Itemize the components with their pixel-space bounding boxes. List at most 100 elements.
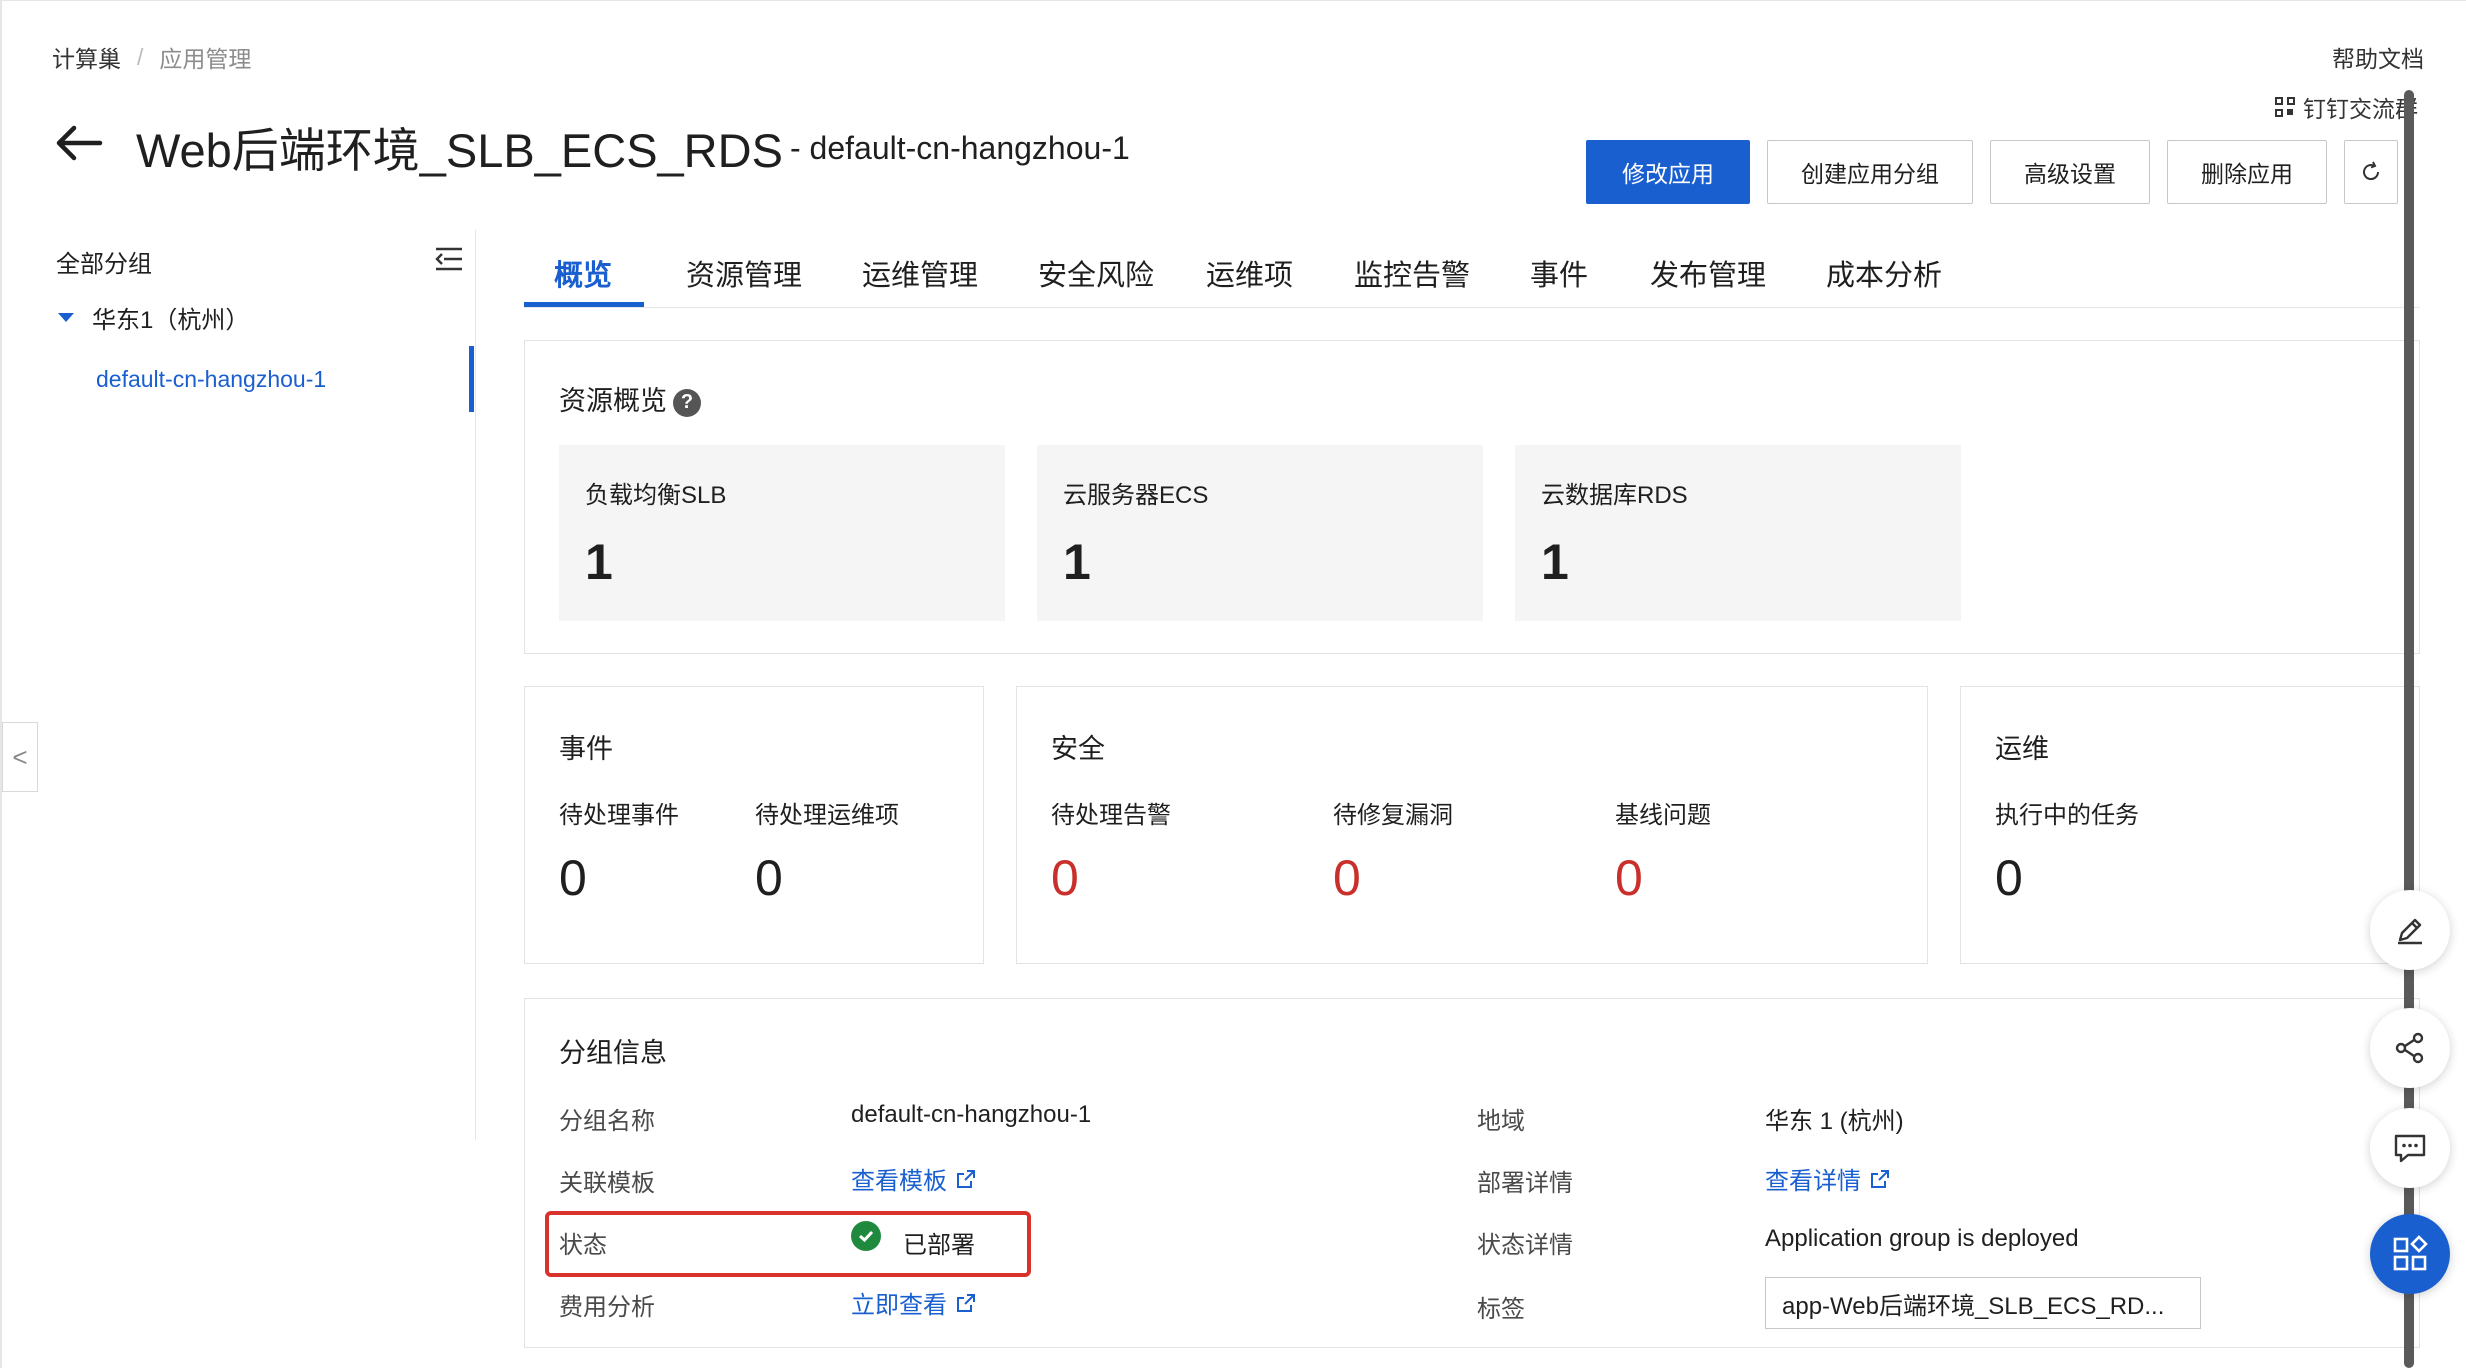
sidebar-group-hangzhou[interactable]: 华东1（杭州） [58,300,249,335]
view-template-text: 查看模板 [851,1168,947,1195]
modify-app-button[interactable]: 修改应用 [1586,140,1750,204]
sidebar-active-indicator [469,346,474,412]
group-name-label: 分组名称 [559,1108,655,1135]
refresh-icon [2363,161,2380,181]
resource-rds-box[interactable]: 云数据库RDS 1 [1515,445,1961,621]
sidebar-item-default-group[interactable]: default-cn-hangzhou-1 [96,366,326,393]
events-card: 事件 待处理事件 0 待处理运维项 0 [524,686,984,964]
share-float-button[interactable] [2370,1008,2450,1088]
sidebar-group-label: 华东1（杭州） [92,307,250,334]
running-tasks-label: 执行中的任务 [1995,802,2139,829]
breadcrumb-current[interactable]: 应用管理 [159,40,251,74]
resource-slb-count: 1 [585,534,613,590]
security-title: 安全 [1051,734,1105,764]
resource-slb-label: 负载均衡SLB [585,482,727,509]
group-name-value: default-cn-hangzhou-1 [851,1101,1092,1128]
edit-float-button[interactable] [2370,890,2450,970]
vulnerabilities-label: 待修复漏洞 [1333,802,1453,829]
breadcrumb-root-link[interactable]: 计算巢 [52,40,121,74]
collapse-sidebar-icon[interactable] [434,246,464,272]
resource-ecs-label: 云服务器ECS [1063,482,1209,509]
tab-release-management[interactable]: 发布管理 [1650,252,1766,294]
baseline-issues-label: 基线问题 [1615,802,1711,829]
page-subtitle: - default-cn-hangzhou-1 [790,130,1130,166]
tab-resources[interactable]: 资源管理 [686,252,802,294]
back-arrow-icon[interactable] [54,118,104,168]
pending-alerts-label: 待处理告警 [1051,802,1171,829]
dingtalk-group-link[interactable]: 钉钉交流群 [2275,90,2418,124]
events-title: 事件 [559,734,613,764]
caret-down-icon [58,313,74,322]
ops-card: 运维 执行中的任务 0 [1960,686,2420,964]
page-title: Web后端环境_SLB_ECS_RDS [136,124,783,177]
advanced-settings-button[interactable]: 高级设置 [1990,140,2150,204]
sidebar-header: 全部分组 [56,251,152,278]
create-group-button[interactable]: 创建应用分组 [1767,140,1973,204]
external-link-icon [957,1169,975,1188]
resource-ecs-count: 1 [1063,534,1091,590]
pending-alerts-value[interactable]: 0 [1051,849,1079,907]
view-deploy-detail-link[interactable]: 查看详情 [1765,1161,1891,1196]
ops-title: 运维 [1995,734,2049,764]
running-tasks-value[interactable]: 0 [1995,849,2023,907]
status-highlight-box [545,1211,1031,1277]
resource-ecs-box[interactable]: 云服务器ECS 1 [1037,445,1483,621]
pending-events-label: 待处理事件 [559,802,679,829]
chat-bubble-icon [2394,1134,2426,1163]
resource-overview-title: 资源概览? [559,379,701,418]
pending-ops-items-label: 待处理运维项 [755,802,899,829]
delete-app-button[interactable]: 删除应用 [2167,140,2327,204]
feedback-float-button[interactable] [2370,1108,2450,1188]
tab-ops-items[interactable]: 运维项 [1206,252,1293,294]
resource-slb-box[interactable]: 负载均衡SLB 1 [559,445,1005,621]
vulnerabilities-value[interactable]: 0 [1333,849,1361,907]
security-card: 安全 待处理告警 0 待修复漏洞 0 基线问题 0 [1016,686,1928,964]
tab-security-risk[interactable]: 安全风险 [1038,252,1154,294]
resource-rds-count: 1 [1541,534,1569,590]
tab-cost-analysis[interactable]: 成本分析 [1826,252,1942,294]
apps-grid-icon [2393,1235,2428,1271]
view-deploy-detail-text: 查看详情 [1765,1168,1861,1195]
edit-pencil-icon [2398,918,2422,945]
pending-ops-items-value[interactable]: 0 [755,849,783,907]
dingtalk-label: 钉钉交流群 [2303,96,2418,122]
view-cost-link[interactable]: 立即查看 [851,1285,977,1320]
tab-bar: 概览 资源管理 运维管理 安全风险 运维项 监控告警 事件 发布管理 成本分析 [524,238,2420,308]
tag-value-box[interactable]: app-Web后端环境_SLB_ECS_RD... [1765,1277,2201,1329]
qrcode-icon [2275,97,2295,117]
view-cost-text: 立即查看 [851,1292,947,1319]
deploy-detail-label: 部署详情 [1477,1170,1573,1197]
tab-overview[interactable]: 概览 [554,252,612,294]
region-value: 华东 1 (杭州) [1765,1108,1904,1135]
share-icon [2395,1032,2424,1064]
tab-monitoring-alerts[interactable]: 监控告警 [1354,252,1470,294]
resource-overview-title-text: 资源概览 [559,386,667,416]
refresh-button[interactable] [2344,140,2398,204]
help-icon[interactable]: ? [673,388,701,417]
external-link-icon [957,1293,975,1312]
external-link-icon [1871,1169,1889,1188]
apps-float-button[interactable] [2370,1214,2450,1294]
tab-events[interactable]: 事件 [1530,252,1588,294]
active-tab-underline [524,302,644,307]
resource-overview-card: 资源概览? 负载均衡SLB 1 云服务器ECS 1 云数据库RDS 1 [524,340,2420,654]
status-detail-value: Application group is deployed [1765,1225,2079,1252]
help-doc-link[interactable]: 帮助文档 [2332,40,2424,74]
baseline-issues-value[interactable]: 0 [1615,849,1643,907]
resource-rds-label: 云数据库RDS [1541,482,1688,509]
sidebar-expand-handle[interactable]: < [2,722,38,792]
cost-analysis-label: 费用分析 [559,1294,655,1321]
pending-events-value[interactable]: 0 [559,849,587,907]
action-bar: 修改应用 创建应用分组 高级设置 删除应用 [1586,140,2398,204]
template-label: 关联模板 [559,1170,655,1197]
tag-label: 标签 [1477,1296,1525,1323]
group-info-title: 分组信息 [559,1038,667,1068]
status-detail-label: 状态详情 [1477,1232,1573,1259]
breadcrumb-separator: / [137,43,144,70]
group-sidebar: 全部分组 华东1（杭州） default-cn-hangzhou-1 [0,230,476,1140]
view-template-link[interactable]: 查看模板 [851,1161,977,1196]
tab-ops-management[interactable]: 运维管理 [862,252,978,294]
group-info-card: 分组信息 分组名称 default-cn-hangzhou-1 关联模板 查看模… [524,998,2420,1348]
region-label: 地域 [1477,1108,1525,1135]
breadcrumb: 计算巢 / 应用管理 [52,40,251,74]
